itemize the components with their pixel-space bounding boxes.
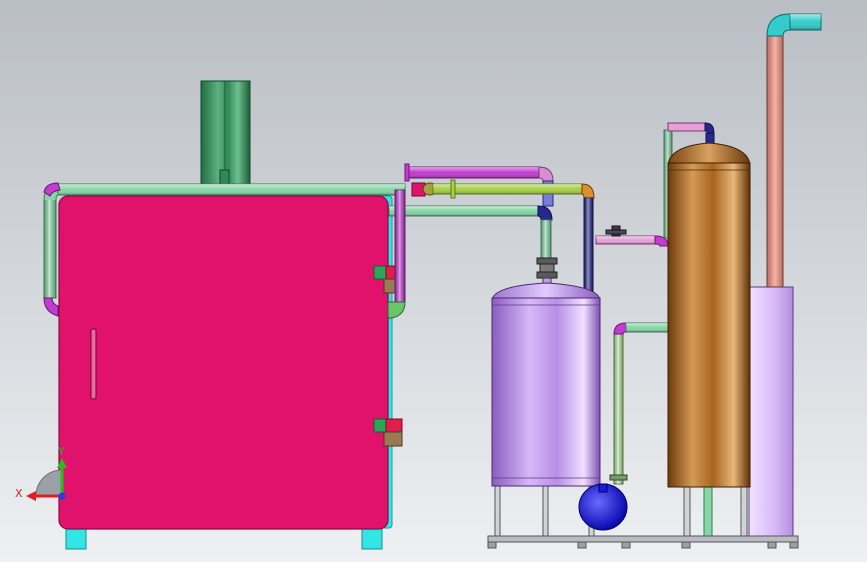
x-axis-label: X xyxy=(15,487,23,500)
equipment-assembly-drawing: X Y xyxy=(0,0,867,562)
lavender-column[interactable] xyxy=(748,286,794,537)
oven-body xyxy=(58,195,389,530)
circulation-pump[interactable] xyxy=(578,483,628,531)
cad-viewport[interactable]: X Y xyxy=(0,0,867,562)
oven-door-handle[interactable] xyxy=(90,328,97,400)
y-axis-label: Y xyxy=(57,445,65,458)
navy-downpipe xyxy=(583,197,594,295)
oven-foot-left xyxy=(65,526,87,550)
absorption-tower[interactable] xyxy=(667,142,751,537)
z-axis-point xyxy=(58,492,66,500)
oven-foot-right xyxy=(361,526,383,550)
exhaust-chimney xyxy=(200,80,251,185)
drying-oven[interactable] xyxy=(58,195,403,550)
